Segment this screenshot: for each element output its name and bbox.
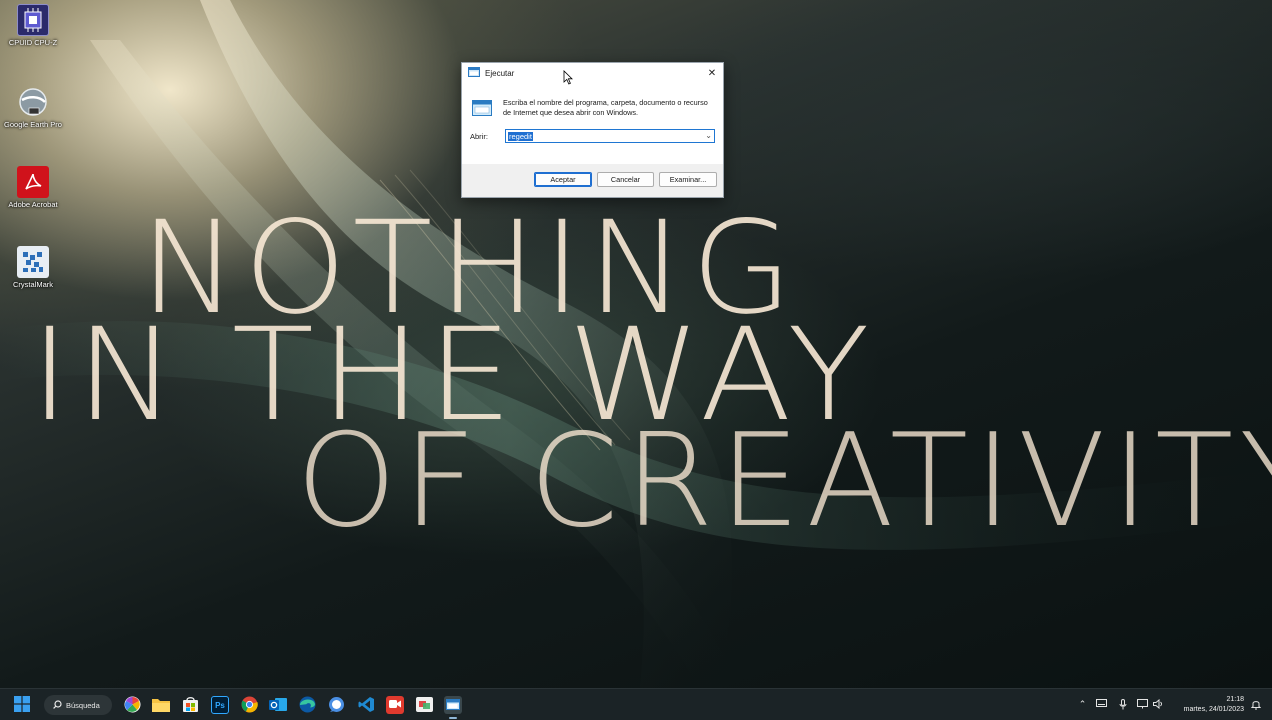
taskbar-app-screen-recorder[interactable] [386, 696, 404, 714]
chevron-down-icon[interactable]: ⌄ [705, 131, 712, 140]
edge-icon [299, 696, 316, 715]
taskbar: Búsqueda Ps ⌃ 21:18 martes, 24/01/2023 [0, 688, 1272, 720]
close-icon[interactable]: ✕ [704, 65, 720, 81]
desktop-icon-crystalmark[interactable]: CrystalMark [0, 246, 66, 289]
volume-icon[interactable] [1153, 698, 1164, 710]
taskbar-app-edge[interactable] [298, 696, 316, 714]
folder-icon [152, 697, 170, 714]
browse-button[interactable]: Examinar... [659, 172, 717, 187]
crystalmark-icon [17, 246, 49, 278]
taskbar-app-store[interactable] [181, 696, 199, 714]
open-label: Abrir: [470, 132, 488, 141]
keyboard-icon[interactable] [1096, 699, 1107, 710]
dialog-titlebar[interactable]: Ejecutar [462, 63, 723, 83]
snipping-icon [415, 696, 433, 714]
desktop-icon-acrobat[interactable]: Adobe Acrobat [0, 166, 66, 209]
run-icon [446, 698, 460, 712]
monitor-icon[interactable] [1137, 699, 1148, 710]
taskbar-app-file-explorer[interactable] [152, 696, 170, 714]
taskbar-app-chrome[interactable] [240, 696, 258, 714]
microphone-icon[interactable] [1117, 699, 1128, 710]
search-label: Búsqueda [66, 700, 100, 710]
run-dialog: Ejecutar ✕ Escriba el nombre del program… [461, 62, 724, 198]
taskbar-app-photoshop[interactable]: Ps [211, 696, 229, 714]
outlook-icon [269, 696, 287, 715]
clock-time: 21:18 [1226, 696, 1244, 703]
mouse-cursor-icon [563, 70, 573, 90]
desktop-icon-google-earth[interactable]: Google Earth Pro [0, 86, 66, 129]
pinwheel-icon [124, 696, 141, 715]
desktop-icon-label: Google Earth Pro [4, 120, 62, 129]
taskbar-app-chat[interactable] [327, 696, 345, 714]
taskbar-app-snipping[interactable] [415, 696, 433, 714]
dialog-description: Escriba el nombre del programa, carpeta,… [503, 98, 708, 117]
search-icon [53, 699, 62, 711]
cancel-button[interactable]: Cancelar [597, 172, 654, 187]
dialog-footer: Aceptar Cancelar Examinar... [462, 164, 723, 197]
desktop-icon-cpu-z[interactable]: CPUID CPU-Z [0, 4, 66, 47]
desktop-icon-label: Adobe Acrobat [8, 200, 58, 209]
dialog-title: Ejecutar [485, 68, 515, 78]
cpu-z-icon [17, 4, 49, 36]
chevron-up-icon[interactable]: ⌃ [1077, 699, 1088, 710]
chat-icon [328, 696, 345, 715]
taskbar-app-outlook[interactable] [269, 696, 287, 714]
taskbar-clock[interactable]: 21:18 martes, 24/01/2023 [1184, 695, 1244, 715]
taskbar-app-widgets[interactable] [123, 696, 141, 714]
desktop-icon-label: CPUID CPU-Z [8, 38, 58, 47]
recorder-icon [389, 699, 401, 711]
run-icon [468, 67, 480, 79]
chrome-icon [241, 696, 258, 715]
open-combobox[interactable]: regedit ⌄ [505, 129, 715, 143]
clock-date: martes, 24/01/2023 [1183, 706, 1244, 713]
run-program-icon [472, 100, 492, 118]
notification-bell-icon[interactable] [1250, 699, 1261, 710]
store-icon [182, 696, 199, 715]
dialog-body: Escriba el nombre del programa, carpeta,… [462, 83, 723, 165]
windows-start-icon [14, 696, 30, 714]
photoshop-icon: Ps [215, 700, 225, 710]
wallpaper-text-line-3: OF CREATIVITY [296, 407, 1272, 556]
start-button[interactable] [13, 696, 31, 714]
acrobat-icon [17, 166, 49, 198]
ok-button[interactable]: Aceptar [534, 172, 592, 187]
vscode-icon [358, 696, 375, 715]
taskbar-app-vscode[interactable] [357, 696, 375, 714]
open-input-value[interactable]: regedit [508, 132, 533, 141]
desktop-icon-label: CrystalMark [12, 280, 53, 289]
taskbar-app-run[interactable] [444, 696, 462, 714]
google-earth-icon [17, 86, 49, 118]
active-app-indicator [449, 717, 457, 719]
taskbar-search[interactable]: Búsqueda [44, 695, 112, 715]
